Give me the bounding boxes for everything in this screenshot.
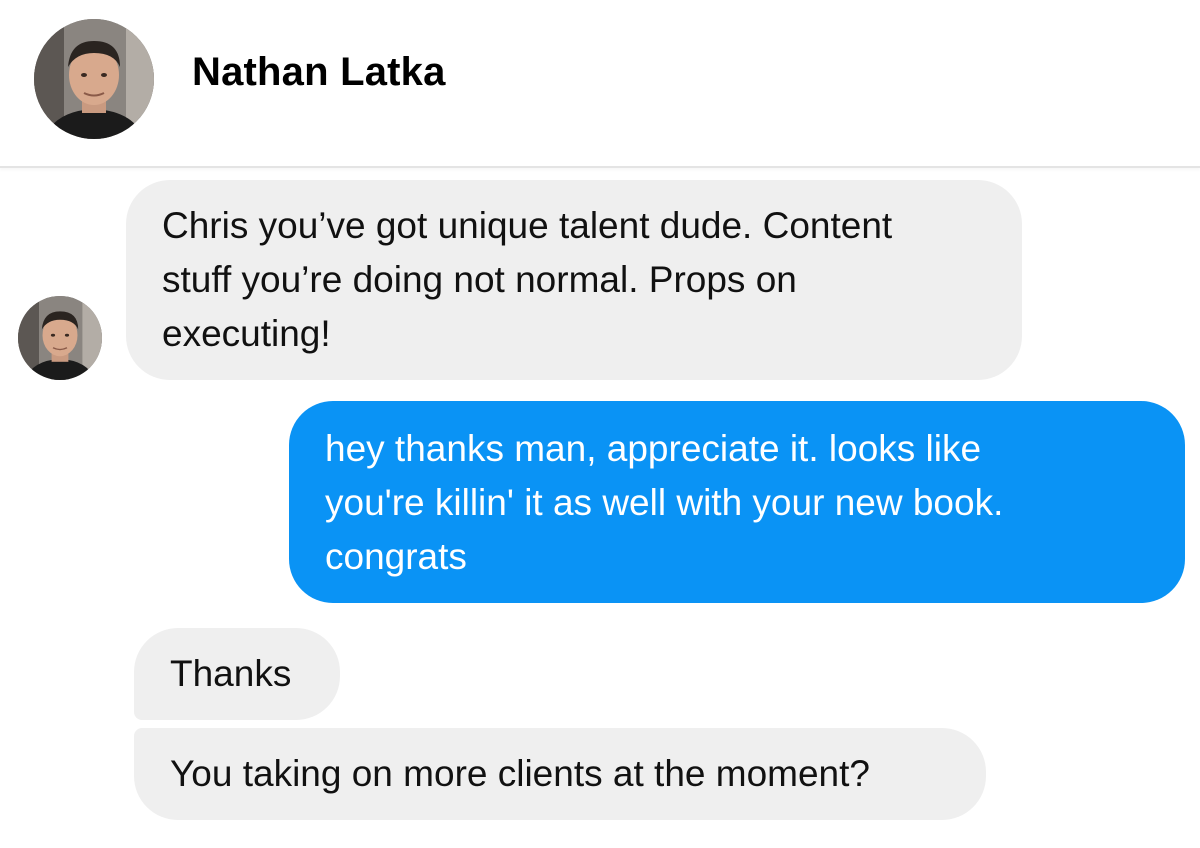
- outgoing-message-bubble[interactable]: hey thanks man, appreciate it. looks lik…: [289, 401, 1185, 603]
- incoming-message-bubble[interactable]: You taking on more clients at the moment…: [134, 728, 986, 820]
- incoming-message-bubble[interactable]: Thanks: [134, 628, 340, 720]
- contact-avatar[interactable]: [34, 19, 154, 139]
- message-sender-avatar[interactable]: [18, 296, 102, 380]
- incoming-message-bubble[interactable]: Chris you’ve got unique talent dude. Con…: [126, 180, 1022, 380]
- profile-photo-icon: [34, 19, 154, 139]
- contact-name: Nathan Latka: [192, 50, 446, 94]
- profile-photo-icon: [18, 296, 102, 380]
- chat-header: Nathan Latka: [0, 0, 1200, 168]
